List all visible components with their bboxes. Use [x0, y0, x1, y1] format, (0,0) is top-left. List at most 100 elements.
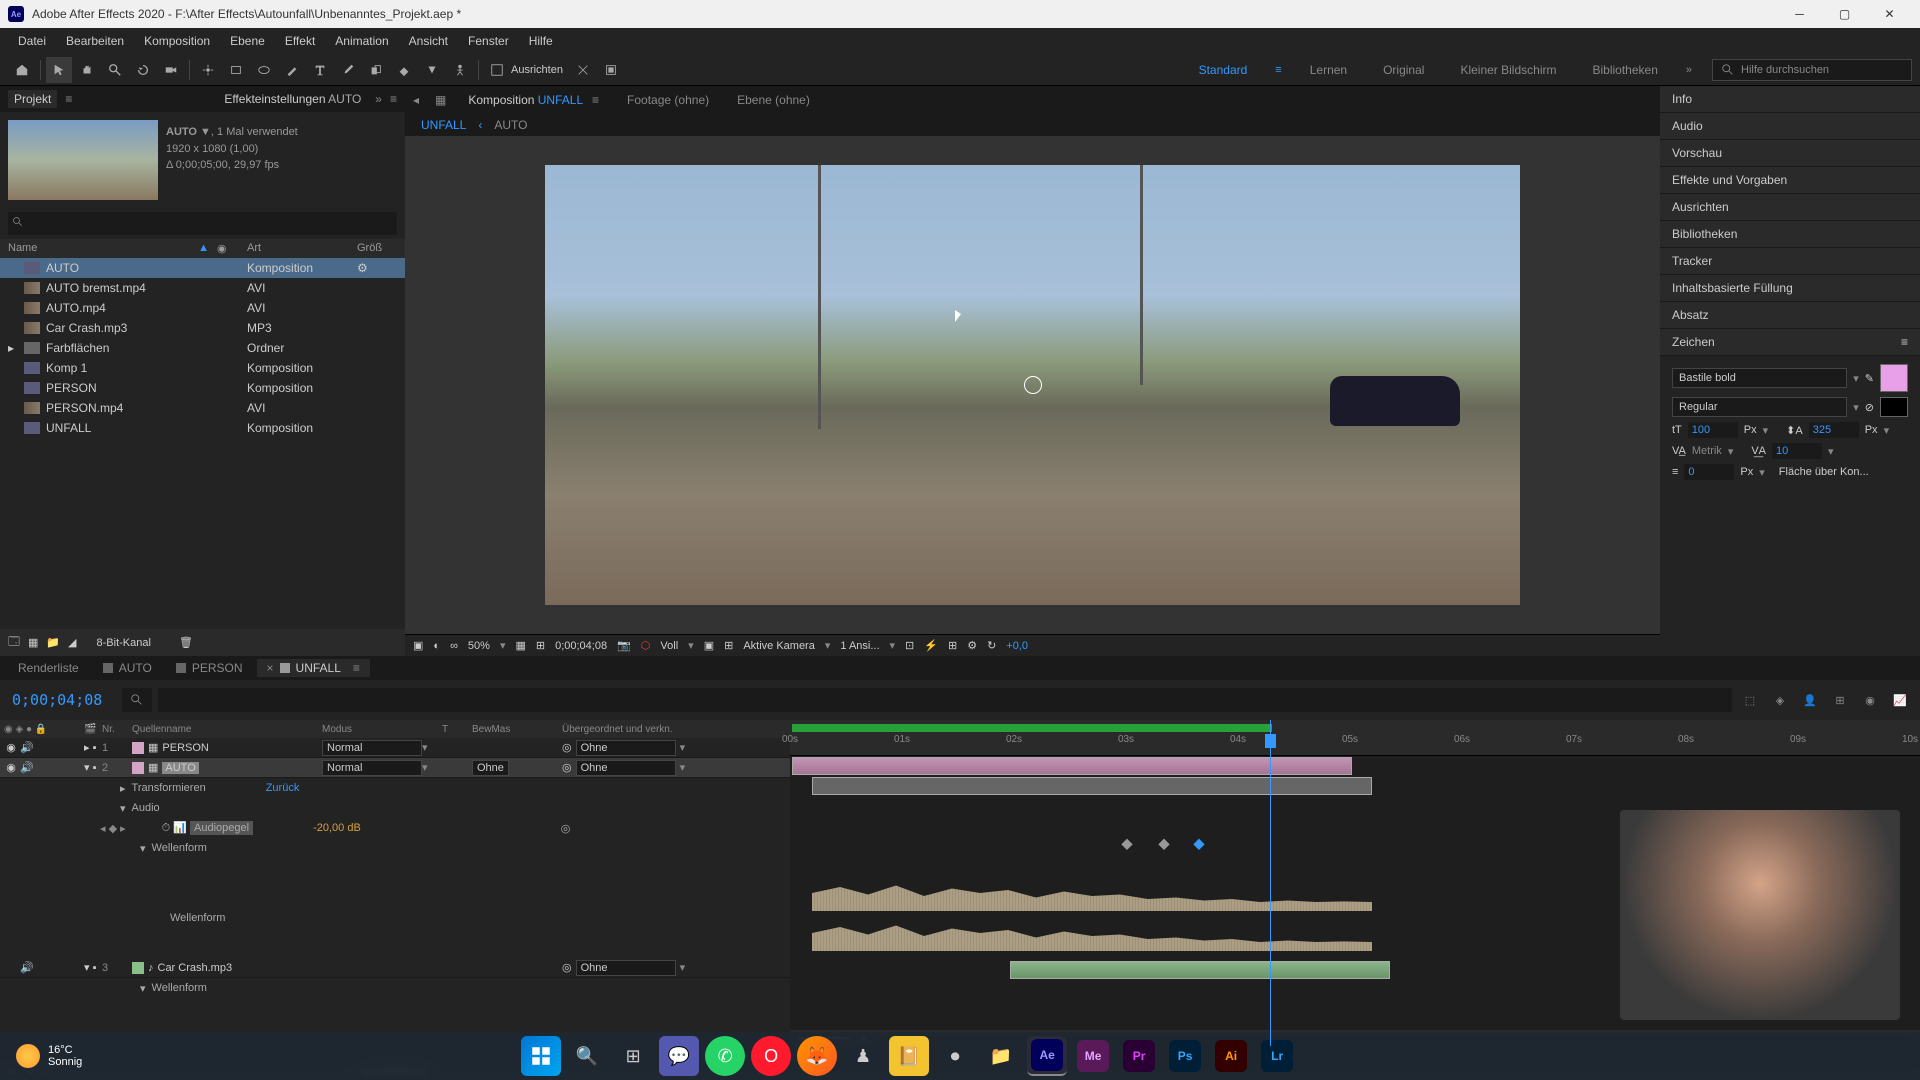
reset-exposure-icon[interactable]: ↻: [987, 639, 996, 652]
hand-tool[interactable]: [74, 57, 100, 83]
close-button[interactable]: ✕: [1867, 0, 1912, 28]
waveform-group[interactable]: ▾Wellenform: [0, 838, 790, 858]
menu-effekt[interactable]: Effekt: [275, 34, 325, 48]
layer-bar-2[interactable]: [812, 777, 1372, 795]
breadcrumb-unfall[interactable]: UNFALL: [421, 118, 466, 132]
mask-mode-icon[interactable]: [598, 57, 624, 83]
pickwhip-icon[interactable]: ◎: [562, 761, 572, 774]
audio-icon[interactable]: 🔊: [20, 961, 34, 975]
layer-bar-3[interactable]: [1010, 961, 1390, 979]
whatsapp-app[interactable]: ✆: [705, 1036, 745, 1076]
task-view[interactable]: ⊞: [613, 1036, 653, 1076]
panel-audio[interactable]: Audio: [1660, 113, 1920, 140]
obs-app[interactable]: ⏺: [935, 1036, 975, 1076]
lightroom-app[interactable]: Lr: [1257, 1036, 1297, 1076]
layer-row-1[interactable]: ◉🔊 ▸ ▪ 1 ▦PERSON Normal▾ ◎Ohne▾: [0, 738, 790, 758]
pixel-aspect-icon[interactable]: ⊡: [905, 639, 914, 652]
minimize-button[interactable]: ─: [1777, 0, 1822, 28]
project-item[interactable]: AUTO bremst.mp4 AVI: [0, 278, 405, 298]
stroke-width-input[interactable]: 0: [1684, 464, 1734, 480]
composition-viewer[interactable]: [405, 136, 1660, 634]
project-item[interactable]: Komp 1 Komposition: [0, 358, 405, 378]
menu-hilfe[interactable]: Hilfe: [519, 34, 563, 48]
panel-bibliotheken[interactable]: Bibliotheken: [1660, 221, 1920, 248]
explorer-app[interactable]: 📁: [981, 1036, 1021, 1076]
comp-mini-flowchart-icon[interactable]: ⬚: [1738, 688, 1762, 712]
tracking-input[interactable]: 10: [1772, 443, 1822, 459]
font-size-input[interactable]: 100: [1688, 422, 1738, 438]
audio-level-prop[interactable]: ◂ ◆ ▸ ⏱ 📊 Audiopegel -20,00 dB ◎: [0, 818, 790, 838]
timeline-timecode[interactable]: 0;00;04;08: [0, 691, 114, 709]
views-select[interactable]: 1 Ansi...: [840, 640, 879, 652]
exposure-value[interactable]: +0,0: [1006, 640, 1028, 652]
new-folder-icon[interactable]: 📁: [46, 636, 60, 649]
footage-tab[interactable]: Footage (ohne): [621, 89, 715, 111]
panel-info[interactable]: Info: [1660, 86, 1920, 113]
keyframe[interactable]: [1158, 839, 1169, 850]
camera-select[interactable]: Aktive Kamera: [743, 640, 815, 652]
panel-fuellung[interactable]: Inhaltsbasierte Füllung: [1660, 275, 1920, 302]
app-1[interactable]: ♟: [843, 1036, 883, 1076]
audio-group[interactable]: ▾Audio: [0, 798, 790, 818]
panel-absatz[interactable]: Absatz: [1660, 302, 1920, 329]
zoom-tool[interactable]: [102, 57, 128, 83]
project-search-input[interactable]: [8, 212, 397, 235]
parent-select[interactable]: Ohne: [576, 960, 676, 976]
fast-preview-icon[interactable]: ⚡: [924, 639, 938, 652]
color-mgmt-icon[interactable]: ⬡: [641, 639, 651, 652]
grid-icon[interactable]: ⊞: [724, 639, 733, 652]
tl-tab-auto[interactable]: AUTO: [93, 659, 162, 677]
photoshop-app[interactable]: Ps: [1165, 1036, 1205, 1076]
project-tab[interactable]: Projekt: [8, 90, 57, 108]
adjustment-icon[interactable]: ◢: [68, 636, 76, 649]
keyframe-active[interactable]: [1193, 839, 1204, 850]
rect-tool[interactable]: [223, 57, 249, 83]
snapshot-icon[interactable]: 📷: [617, 639, 631, 652]
draft-3d-icon[interactable]: ◈: [1768, 688, 1792, 712]
eye-icon[interactable]: ◉: [4, 741, 18, 755]
project-item[interactable]: PERSON Komposition: [0, 378, 405, 398]
puppet-tool[interactable]: [447, 57, 473, 83]
panel-effekte[interactable]: Effekte und Vorgaben: [1660, 167, 1920, 194]
shy-icon[interactable]: 👤: [1798, 688, 1822, 712]
project-item[interactable]: ▸ Farbflächen Ordner: [0, 338, 405, 358]
rotate-tool[interactable]: [130, 57, 156, 83]
transparency-icon[interactable]: ◐: [433, 640, 440, 652]
tl-tab-person[interactable]: PERSON: [166, 659, 253, 677]
help-search[interactable]: Hilfe durchsuchen: [1712, 59, 1912, 81]
start-button[interactable]: [521, 1036, 561, 1076]
trkmat-select[interactable]: Ohne: [472, 760, 509, 776]
workspace-kleiner[interactable]: Kleiner Bildschirm: [1452, 63, 1564, 77]
always-preview-icon[interactable]: ▣: [413, 639, 423, 652]
teams-app[interactable]: 💬: [659, 1036, 699, 1076]
col-type[interactable]: Art: [247, 242, 357, 255]
fill-color-swatch[interactable]: [1880, 364, 1908, 392]
roto-tool[interactable]: [419, 57, 445, 83]
audio-icon[interactable]: 🔊: [20, 761, 34, 775]
timeline-btn-icon[interactable]: ⊞: [948, 639, 957, 652]
stroke-mode-select[interactable]: Fläche über Kon...: [1779, 466, 1869, 478]
frame-blend-icon[interactable]: ⊞: [1828, 688, 1852, 712]
leading-input[interactable]: 325: [1809, 422, 1859, 438]
pickwhip-icon[interactable]: ◎: [562, 741, 572, 754]
panel-vorschau[interactable]: Vorschau: [1660, 140, 1920, 167]
workspace-standard[interactable]: Standard: [1191, 63, 1256, 77]
layer-bar-1[interactable]: [792, 757, 1352, 775]
font-family-select[interactable]: Bastile bold: [1672, 368, 1847, 388]
project-item[interactable]: AUTO.mp4 AVI: [0, 298, 405, 318]
transform-group[interactable]: ▸TransformierenZurück: [0, 778, 790, 798]
layer-row-3[interactable]: 🔊 ▾ ▪ 3 ♪Car Crash.mp3 ◎Ohne▾: [0, 958, 790, 978]
tl-tab-unfall[interactable]: ×UNFALL≡: [257, 659, 370, 677]
project-item[interactable]: UNFALL Komposition: [0, 418, 405, 438]
firefox-app[interactable]: 🦊: [797, 1036, 837, 1076]
viewer-time[interactable]: 0;00;04;08: [555, 640, 607, 652]
workspace-original[interactable]: Original: [1375, 63, 1432, 77]
search-taskbar[interactable]: 🔍: [567, 1036, 607, 1076]
opera-app[interactable]: O: [751, 1036, 791, 1076]
stroke-color-swatch[interactable]: [1880, 397, 1908, 417]
parent-select[interactable]: Ohne: [576, 740, 676, 756]
illustrator-app[interactable]: Ai: [1211, 1036, 1251, 1076]
text-tool[interactable]: [307, 57, 333, 83]
workspace-bibliotheken[interactable]: Bibliotheken: [1584, 63, 1665, 77]
layer-tab[interactable]: Ebene (ohne): [731, 89, 816, 111]
